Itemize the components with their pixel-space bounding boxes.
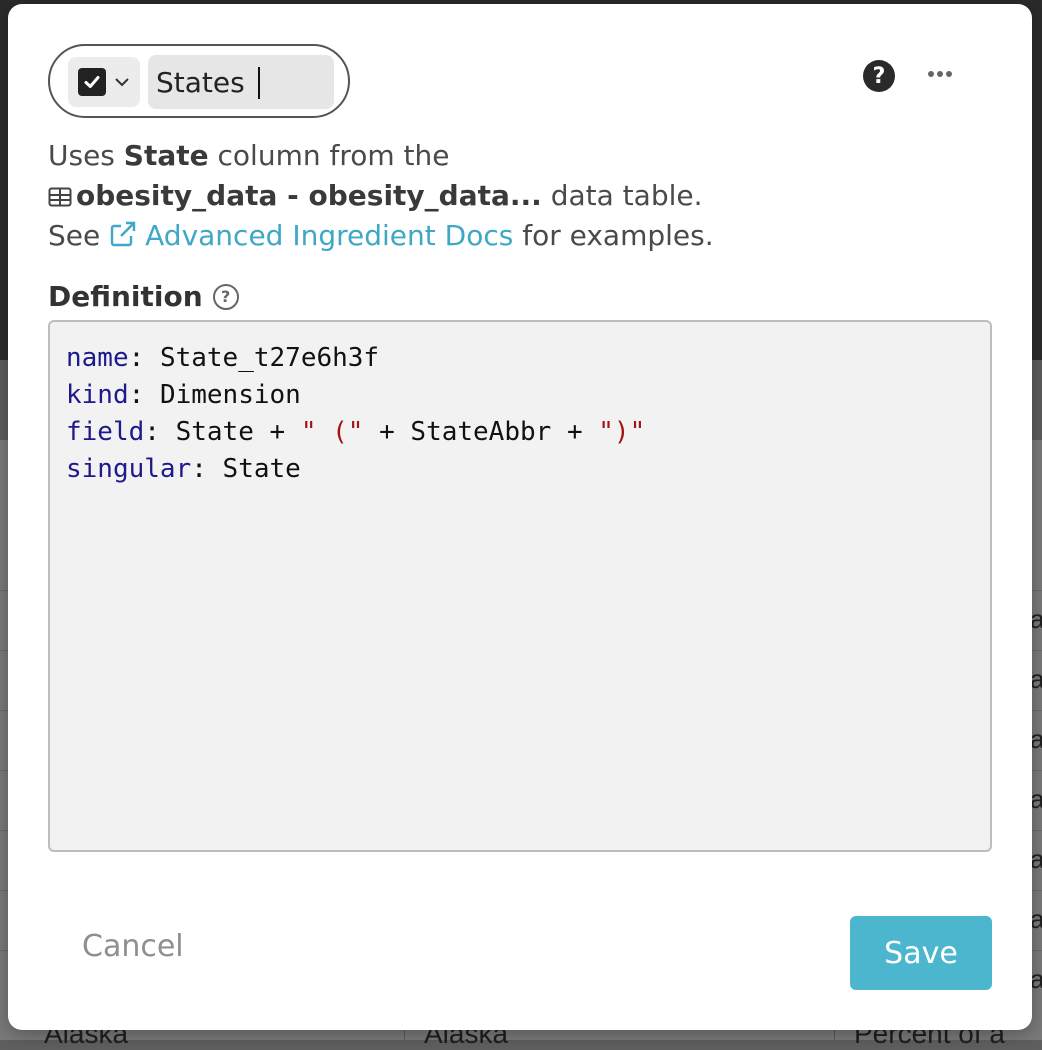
definition-heading: Definition [48, 280, 203, 313]
ingredient-description: Uses State column from the obesity_data … [48, 136, 714, 256]
code-line-kind: kind: Dimension [66, 380, 301, 410]
column-name: State [123, 139, 209, 172]
ingredient-name-control [48, 44, 350, 118]
external-link-icon [110, 221, 136, 247]
description-text: Uses [48, 139, 124, 172]
description-text: data table. [541, 179, 703, 212]
docs-link[interactable]: Advanced Ingredient Docs [109, 219, 513, 252]
checkbox-icon [78, 68, 106, 96]
definition-label: Definition ? [48, 280, 239, 313]
description-text: for examples. [513, 219, 714, 252]
definition-code-editor[interactable]: name: State_t27e6h3f kind: Dimension fie… [48, 320, 992, 852]
more-options-icon[interactable] [928, 66, 960, 82]
code-line-field: field: State + " (" + StateAbbr + ")" [66, 417, 646, 447]
help-icon[interactable]: ? [863, 60, 895, 92]
table-icon [48, 187, 72, 207]
cancel-button[interactable]: Cancel [82, 929, 184, 964]
description-text: column from the [208, 139, 450, 172]
docs-link-label: Advanced Ingredient Docs [145, 219, 514, 252]
ingredient-name-input[interactable] [148, 55, 334, 109]
ingredient-type-dropdown[interactable] [68, 57, 140, 107]
text-cursor [258, 67, 260, 99]
code-line-name: name: State_t27e6h3f [66, 343, 380, 373]
question-circle-icon[interactable]: ? [212, 283, 239, 310]
ingredient-editor-dialog: ? Uses State column from the obesity_dat… [8, 4, 1032, 1030]
chevron-down-icon [115, 78, 129, 87]
table-name: obesity_data - obesity_data... [76, 179, 542, 212]
description-text: See [48, 219, 110, 252]
code-line-singular: singular: State [66, 454, 301, 484]
save-button[interactable]: Save [850, 916, 992, 990]
